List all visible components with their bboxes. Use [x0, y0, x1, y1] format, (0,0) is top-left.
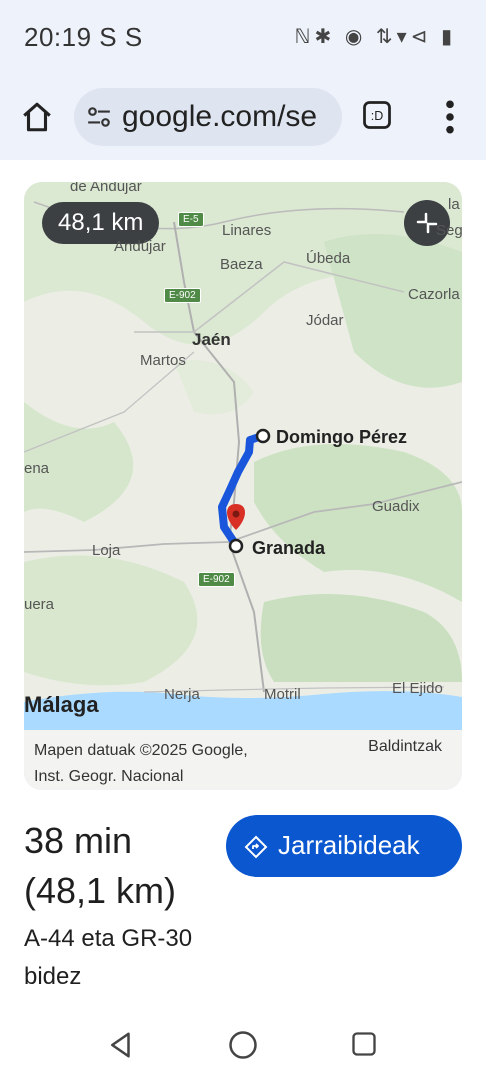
place-loja: Loja: [92, 542, 121, 559]
place-granada: Granada: [252, 538, 326, 558]
place-andujar: Andújar: [114, 238, 166, 255]
attribution-line-1: Mapen datuak ©2025 Google,: [34, 742, 248, 759]
status-bar: 20:19 S S ℕ✱ ◉ ⇅▾⊲ ▮: [0, 0, 486, 78]
place-linares: Linares: [222, 222, 272, 239]
place-domingo-perez: Domingo Pérez: [276, 427, 408, 447]
place-cazorla: Cazorla: [408, 286, 460, 303]
terms-link[interactable]: Baldintzak: [368, 738, 442, 756]
place-seg: Seg: [436, 222, 462, 239]
route-via: A-44 eta GR-30 bidez: [24, 925, 193, 990]
directions-button[interactable]: Jarraibideak: [226, 815, 462, 877]
origin-marker: [255, 428, 271, 444]
directions-button-label: Jarraibideak: [278, 830, 420, 860]
url-bar[interactable]: google.com/se: [74, 88, 342, 146]
road-e5-badge: E-5: [178, 212, 204, 227]
attribution-line-2: Inst. Geogr. Nacional: [34, 768, 184, 785]
route-map[interactable]: 48,1 km de Andújar Andújar E-5 Linares B…: [24, 182, 462, 790]
back-icon[interactable]: [106, 1030, 136, 1060]
place-uera: uera: [24, 596, 55, 613]
place-el-ejido: El Ejido: [392, 680, 443, 697]
place-motril: Motril: [264, 686, 301, 703]
place-malaga: Málaga: [24, 692, 99, 717]
map-attribution: Mapen datuak ©2025 Google, Inst. Geogr. …: [34, 738, 248, 790]
place-guadix: Guadix: [372, 498, 420, 515]
home-nav-icon[interactable]: [228, 1030, 258, 1060]
recent-apps-icon[interactable]: [350, 1030, 378, 1058]
system-nav-bar: [0, 1000, 486, 1080]
route-distance: (48,1 km): [24, 870, 177, 911]
place-martos: Martos: [140, 352, 186, 369]
road-e902-south-badge: E-902: [198, 572, 235, 587]
directions-icon: [244, 835, 268, 859]
destination-marker: [228, 538, 244, 554]
place-andujar-region: de Andújar: [70, 182, 142, 195]
place-la: la: [448, 196, 460, 213]
home-icon[interactable]: [20, 100, 54, 134]
svg-text::D: :D: [371, 109, 384, 123]
place-jaen: Jaén: [192, 330, 231, 349]
place-jodar: Jódar: [306, 312, 344, 329]
url-text: google.com/se: [122, 100, 318, 133]
place-ena: ena: [24, 460, 50, 477]
place-baeza: Baeza: [220, 256, 263, 273]
place-nerja: Nerja: [164, 686, 200, 703]
place-ubeda: Úbeda: [306, 250, 351, 267]
status-time: 20:19 S S: [24, 22, 143, 52]
road-e902-north-badge: E-902: [164, 288, 201, 303]
more-menu-icon[interactable]: [440, 98, 460, 136]
status-icons: ℕ✱ ◉ ⇅▾⊲ ▮: [294, 26, 456, 48]
route-duration: 38 min: [24, 820, 133, 861]
browser-toolbar: google.com/se :D: [0, 78, 486, 160]
tabs-icon[interactable]: :D: [362, 100, 392, 130]
site-settings-icon[interactable]: [86, 104, 112, 130]
